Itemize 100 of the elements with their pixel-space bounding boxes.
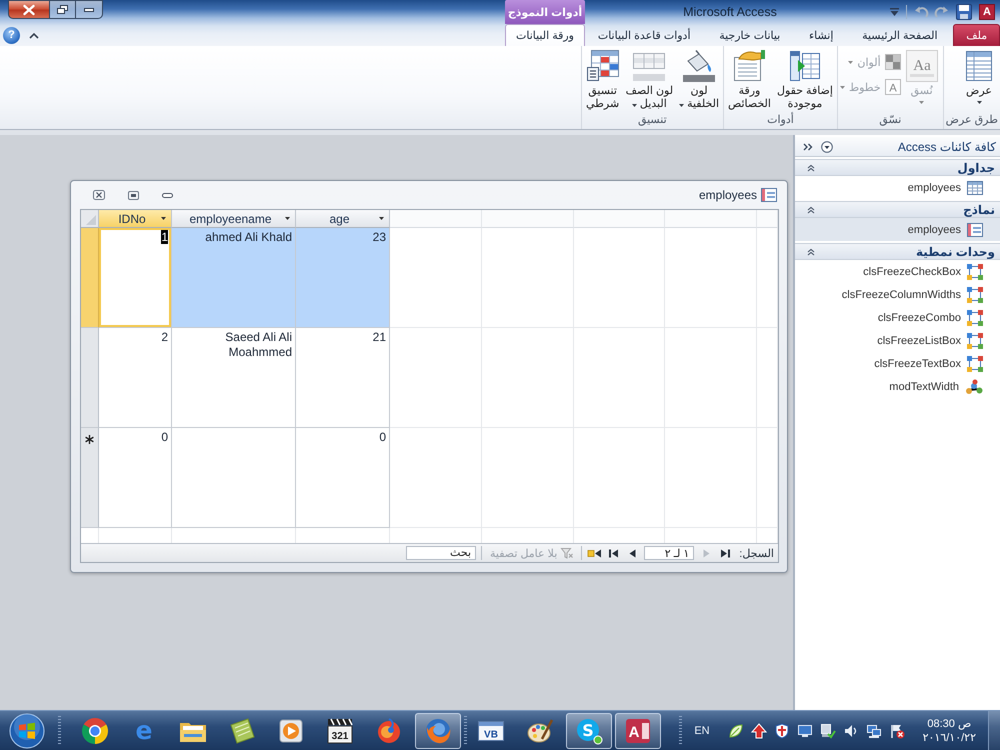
new-record-icon xyxy=(588,548,601,558)
clock-date: ٢٠١٦/١٠/٢٢ xyxy=(922,730,976,744)
table-cell: 2 xyxy=(99,328,172,428)
add-fields-button[interactable]: إضافة حقول موجودة xyxy=(774,50,835,111)
conditional-formatting-button[interactable]: تنسيق شرطي xyxy=(584,50,622,111)
ribbon-tab[interactable]: إنشاء xyxy=(796,24,846,46)
search-field[interactable]: بحث xyxy=(406,546,476,560)
show-desktop-button[interactable] xyxy=(988,710,1000,750)
speaker-icon[interactable] xyxy=(842,722,859,738)
caret-icon xyxy=(379,217,384,220)
clock-time: 08:30 ص xyxy=(927,716,972,730)
column-header[interactable]: employeename xyxy=(172,210,296,228)
columns-arrow-icon xyxy=(788,50,821,82)
group-label: نسّق xyxy=(878,114,902,128)
ribbon-tab[interactable]: بيانات خارجية xyxy=(706,24,794,46)
group-label: تنسيق xyxy=(636,114,668,128)
minimize-button[interactable] xyxy=(76,0,103,19)
app-icon[interactable]: A xyxy=(979,4,995,20)
firefox-icon xyxy=(424,716,452,744)
nav-item[interactable]: clsFreezeColumnWidths xyxy=(795,283,1000,306)
ribbon-tab[interactable]: الصفحة الرئيسية xyxy=(849,24,950,46)
column-header[interactable]: IDNo xyxy=(99,210,172,228)
minimize-icon xyxy=(84,8,94,12)
restore-button[interactable] xyxy=(50,0,76,19)
module-icon xyxy=(965,378,983,394)
double-chevron-icon[interactable] xyxy=(803,142,813,150)
record-label: السجل: xyxy=(739,546,774,560)
computer-check-icon[interactable] xyxy=(820,722,836,738)
swirl-icon xyxy=(375,716,403,744)
close-icon xyxy=(23,4,35,14)
nav-item[interactable]: clsFreezeCheckBox xyxy=(795,260,1000,283)
next-record-icon xyxy=(628,548,636,558)
close-icon xyxy=(93,190,105,200)
class-module-icon xyxy=(967,310,983,326)
property-sheet-button[interactable]: ورقة الخصائص xyxy=(726,50,773,111)
chevron-up-icon[interactable] xyxy=(29,32,39,38)
nav-item[interactable]: clsFreezeTextBox xyxy=(795,352,1000,375)
chrome-icon xyxy=(81,716,109,744)
nav-group-header[interactable]: نماذج xyxy=(795,201,1000,218)
background-color-button[interactable]: لون الخلفية xyxy=(677,50,722,111)
up-arrow-icon[interactable] xyxy=(750,722,767,738)
undo-icon[interactable] xyxy=(914,6,928,18)
first-record-icon xyxy=(720,548,730,558)
palette-icon xyxy=(526,716,554,744)
last-record-icon xyxy=(608,548,618,558)
monitor-icon[interactable] xyxy=(796,722,813,738)
datasheet-icon xyxy=(963,50,995,82)
colored-grid-icon xyxy=(586,50,619,82)
table-icon xyxy=(967,180,983,194)
form-icon xyxy=(967,222,983,236)
customize-icon[interactable] xyxy=(890,8,899,16)
taskbar-button[interactable]: 321 xyxy=(317,712,363,748)
table-cell: 21 xyxy=(296,328,390,428)
taskbar-button[interactable]: A xyxy=(615,712,661,748)
column-header[interactable]: age xyxy=(296,210,390,228)
nav-item[interactable]: employees xyxy=(795,176,1000,199)
class-module-icon xyxy=(967,286,983,302)
redo-icon[interactable] xyxy=(935,6,949,18)
save-icon[interactable] xyxy=(956,4,972,20)
nav-item[interactable]: modTextWidth xyxy=(795,375,1000,398)
alternate-row-color-button[interactable]: لون الصف البديل xyxy=(624,50,676,111)
table-cell: 0 xyxy=(296,428,390,528)
nav-item[interactable]: employees xyxy=(795,218,1000,241)
record-number-field[interactable]: ١ لـ ٢ xyxy=(644,546,694,560)
flag-icon[interactable] xyxy=(888,722,905,738)
table-cell: ahmed Ali Khald xyxy=(172,228,296,328)
nav-group-header[interactable]: جداول xyxy=(795,159,1000,176)
group-label: أدوات xyxy=(766,114,795,128)
class-module-icon xyxy=(967,356,983,372)
taskbar-button[interactable]: VB xyxy=(468,712,514,748)
shield-icon[interactable] xyxy=(774,722,790,738)
grid-rows-icon xyxy=(633,50,666,82)
nav-group-header[interactable]: وحدات نمطية xyxy=(795,243,1000,260)
caret-icon xyxy=(161,217,166,220)
form-icon xyxy=(761,188,777,202)
notepad-icon xyxy=(228,716,256,744)
language-indicator[interactable]: EN xyxy=(694,724,710,736)
document-hand-icon xyxy=(733,50,766,82)
windows-logo-icon xyxy=(9,712,45,748)
previous-record-icon xyxy=(702,548,710,558)
network-icon[interactable] xyxy=(866,722,882,738)
color-squares-icon xyxy=(884,54,901,70)
ribbon-tab[interactable]: ورقة البيانات xyxy=(505,24,585,46)
close-button[interactable] xyxy=(8,0,50,19)
nav-item[interactable]: clsFreezeListBox xyxy=(795,329,1000,352)
paint-bucket-icon xyxy=(683,50,716,82)
asterisk-icon xyxy=(85,435,94,444)
form-title: employees xyxy=(698,188,757,202)
ribbon-tab[interactable]: أدوات قاعدة البيانات xyxy=(585,24,704,46)
table-cell: 23 xyxy=(296,228,390,328)
taskbar-button[interactable] xyxy=(415,712,461,748)
ribbon-tab[interactable]: ملف xyxy=(953,24,1000,46)
view-button[interactable]: عرض xyxy=(960,50,998,104)
play-icon xyxy=(277,716,305,744)
class-module-icon xyxy=(967,264,983,280)
minimize-icon xyxy=(162,192,172,198)
nav-item[interactable]: clsFreezeCombo xyxy=(795,306,1000,329)
table-cell: 0 xyxy=(99,428,172,528)
dropdown-circle-icon[interactable] xyxy=(821,140,833,152)
leaf-icon[interactable] xyxy=(728,722,744,738)
